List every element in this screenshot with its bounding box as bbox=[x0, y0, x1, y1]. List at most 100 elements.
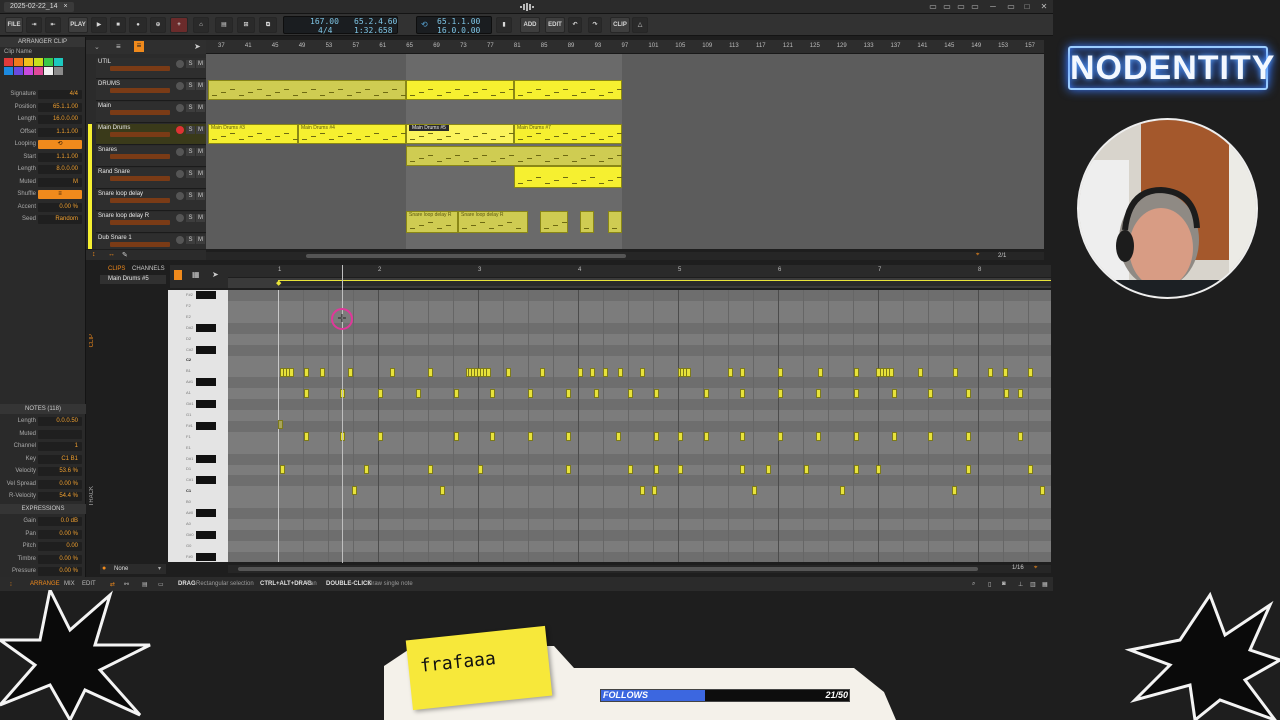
track-volume-fader[interactable] bbox=[110, 242, 170, 247]
property-value[interactable]: 16.0.0.00 bbox=[38, 115, 82, 124]
midi-note[interactable] bbox=[566, 432, 571, 441]
color-palette[interactable] bbox=[4, 58, 76, 84]
ruler-bar-number[interactable]: 3 bbox=[478, 267, 481, 273]
ruler-bar-number[interactable]: 117 bbox=[756, 43, 766, 49]
panel-layout-icon[interactable]: ▭ bbox=[956, 2, 966, 12]
solo-button[interactable]: S bbox=[186, 236, 195, 244]
arranger-clip[interactable]: Main Drums #5 bbox=[406, 124, 514, 144]
piano-black-key[interactable] bbox=[196, 291, 216, 299]
panel-icon[interactable]: ▭ bbox=[158, 581, 164, 588]
color-swatch[interactable] bbox=[34, 58, 43, 66]
midi-note[interactable] bbox=[654, 389, 659, 398]
track-header[interactable]: Rand Snare S M bbox=[96, 168, 206, 189]
midi-note[interactable] bbox=[440, 486, 445, 495]
groove-icon[interactable]: ▤ bbox=[215, 17, 233, 33]
property-value[interactable]: Random bbox=[38, 215, 82, 224]
panel-layout-icon[interactable]: ▭ bbox=[970, 2, 980, 12]
mute-button[interactable]: M bbox=[196, 104, 205, 112]
midi-note[interactable] bbox=[378, 432, 383, 441]
device-icon[interactable]: ◙ bbox=[1002, 581, 1006, 587]
record-arm-icon[interactable] bbox=[176, 126, 184, 134]
track-header[interactable]: UTIL S M bbox=[96, 58, 206, 79]
midi-note[interactable] bbox=[966, 432, 971, 441]
mute-button[interactable]: M bbox=[196, 214, 205, 222]
midi-note[interactable] bbox=[854, 368, 859, 377]
property-value[interactable]: C1 B1 bbox=[38, 454, 82, 464]
ruler-bar-number[interactable]: 105 bbox=[675, 43, 685, 49]
piano-black-key[interactable] bbox=[196, 378, 216, 387]
piano-black-key[interactable] bbox=[196, 345, 216, 354]
grid-value[interactable]: 1/16 bbox=[1012, 565, 1024, 571]
arranger-clip[interactable]: Main Drums #4 bbox=[298, 124, 406, 144]
midi-note[interactable] bbox=[566, 389, 571, 398]
midi-note[interactable] bbox=[1004, 389, 1009, 398]
detail-scroll-thumb[interactable] bbox=[238, 567, 978, 571]
property-value[interactable]: 0.00 % bbox=[38, 479, 82, 489]
midi-note[interactable] bbox=[490, 432, 495, 441]
piano-black-key[interactable] bbox=[196, 552, 216, 561]
midi-note[interactable] bbox=[618, 368, 623, 377]
detail-loop-bar[interactable]: ◆ bbox=[228, 278, 1051, 288]
piano-black-key[interactable] bbox=[196, 421, 216, 430]
midi-note[interactable] bbox=[540, 368, 545, 377]
ruler-bar-number[interactable]: 125 bbox=[810, 43, 820, 49]
restore-window-icon[interactable]: ▭ bbox=[1006, 2, 1016, 12]
midi-note[interactable] bbox=[778, 389, 783, 398]
ruler-bar-number[interactable]: 137 bbox=[891, 43, 901, 49]
solo-button[interactable]: S bbox=[186, 104, 195, 112]
midi-note[interactable] bbox=[892, 432, 897, 441]
solo-button[interactable]: S bbox=[186, 82, 195, 90]
mute-button[interactable]: M bbox=[196, 126, 205, 134]
loop-icon[interactable]: ⟲ bbox=[421, 20, 428, 29]
midi-note[interactable] bbox=[966, 465, 971, 474]
midi-note[interactable] bbox=[1040, 486, 1045, 495]
tempo-value[interactable]: 167.00 bbox=[310, 17, 339, 26]
scale-value[interactable]: None bbox=[114, 566, 128, 572]
arranger-clip[interactable] bbox=[540, 211, 568, 233]
midi-note[interactable] bbox=[766, 465, 771, 474]
add-button[interactable]: ADD bbox=[520, 17, 540, 33]
midi-note[interactable] bbox=[320, 368, 325, 377]
midi-note[interactable] bbox=[628, 389, 633, 398]
midi-note[interactable] bbox=[528, 432, 533, 441]
detail-loop-range[interactable] bbox=[278, 280, 1051, 286]
project-tab[interactable]: 2025-02-22_14 × bbox=[4, 2, 74, 12]
piano-black-key[interactable] bbox=[196, 454, 216, 463]
midi-note[interactable] bbox=[778, 368, 783, 377]
list-view-icon[interactable]: ≡ bbox=[116, 42, 121, 51]
midi-note[interactable] bbox=[616, 432, 621, 441]
ruler-bar-number[interactable]: 57 bbox=[353, 43, 360, 49]
maximize-window-icon[interactable]: □ bbox=[1022, 2, 1032, 12]
ruler-bar-number[interactable]: 153 bbox=[998, 43, 1008, 49]
ruler-bar-number[interactable]: 41 bbox=[245, 43, 252, 49]
ruler-bar-number[interactable]: 145 bbox=[944, 43, 954, 49]
ruler-bar-number[interactable]: 65 bbox=[406, 43, 413, 49]
midi-note[interactable] bbox=[876, 465, 881, 474]
midi-note[interactable] bbox=[1018, 389, 1023, 398]
midi-note[interactable] bbox=[740, 389, 745, 398]
midi-note[interactable] bbox=[966, 389, 971, 398]
ruler-bar-number[interactable]: 77 bbox=[487, 43, 494, 49]
track-header[interactable]: Snares S M bbox=[96, 146, 206, 167]
piano-keyboard[interactable]: F#2 F2 E2 D#2 D2 C#2 C2 B1 A#1 A1 G#1 G1 F#1 F1 E1 D#1 D… bbox=[168, 290, 228, 562]
record-arm-icon[interactable] bbox=[176, 236, 184, 244]
color-swatch[interactable] bbox=[54, 67, 63, 75]
midi-note[interactable] bbox=[1018, 432, 1023, 441]
arranger-scroll-thumb[interactable] bbox=[306, 254, 626, 258]
midi-note[interactable] bbox=[889, 368, 894, 377]
ruler-bar-number[interactable]: 73 bbox=[460, 43, 467, 49]
color-swatch[interactable] bbox=[44, 67, 53, 75]
ruler-bar-number[interactable]: 149 bbox=[971, 43, 981, 49]
midi-note[interactable] bbox=[486, 368, 491, 377]
launcher-overdub-icon[interactable]: + bbox=[170, 17, 188, 33]
midi-note[interactable] bbox=[740, 465, 745, 474]
mixer-icon[interactable]: ▥ bbox=[1030, 581, 1036, 588]
solo-button[interactable]: S bbox=[186, 60, 195, 68]
expand-tracks-icon[interactable]: ↔ bbox=[108, 251, 115, 258]
midi-note[interactable] bbox=[854, 465, 859, 474]
midi-note[interactable] bbox=[1028, 465, 1033, 474]
midi-note[interactable] bbox=[364, 465, 369, 474]
record-arm-icon[interactable] bbox=[176, 60, 184, 68]
midi-note[interactable] bbox=[280, 465, 285, 474]
arranger-zoom-value[interactable]: 2/1 bbox=[998, 253, 1006, 259]
